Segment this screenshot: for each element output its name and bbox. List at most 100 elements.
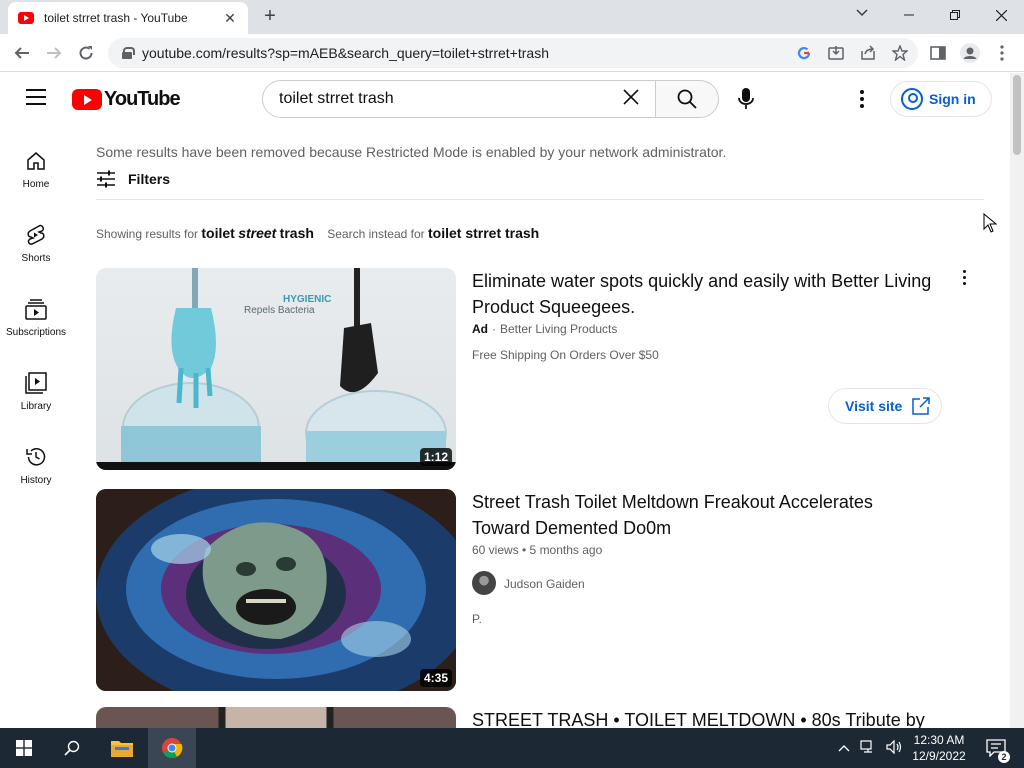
action-center-notification-icon[interactable]: 2 xyxy=(976,728,1016,768)
system-tray xyxy=(838,728,902,768)
youtube-header: YouTube toilet strret trash Sign in xyxy=(0,73,1010,125)
video-thumbnail[interactable] xyxy=(96,707,456,728)
spelling-correction: Showing results for toilet street trash … xyxy=(96,225,539,241)
taskbar-clock[interactable]: 12:30 AM 12/9/2022 xyxy=(906,732,972,764)
browser-menu-icon[interactable] xyxy=(990,41,1014,65)
address-bar[interactable]: youtube.com/results?sp=mAEB&search_query… xyxy=(108,38,918,68)
window-restore-button[interactable] xyxy=(932,0,978,30)
subscriptions-icon xyxy=(24,297,48,321)
windows-start-icon[interactable] xyxy=(0,728,48,768)
guide-item-home[interactable]: Home xyxy=(0,135,72,207)
clock-date: 12/9/2022 xyxy=(912,749,966,763)
search-instead-prefix: Search instead for xyxy=(327,227,425,241)
channel-avatar[interactable] xyxy=(472,571,496,595)
url-text[interactable]: youtube.com/results?sp=mAEB&search_query… xyxy=(142,45,549,61)
voice-search-mic-icon[interactable] xyxy=(730,83,762,115)
visit-site-button[interactable]: Visit site xyxy=(828,388,942,424)
settings-more-icon[interactable] xyxy=(850,87,874,111)
shorts-icon xyxy=(24,223,48,247)
guide-item-subscriptions[interactable]: Subscriptions xyxy=(0,283,72,355)
ad-description: Free Shipping On Orders Over $50 xyxy=(472,348,659,362)
visit-site-label: Visit site xyxy=(845,398,903,414)
taskbar-search-icon[interactable] xyxy=(48,728,96,768)
svg-text:Repels Bacteria: Repels Bacteria xyxy=(244,305,315,316)
scrollbar-thumb[interactable] xyxy=(1013,75,1021,155)
advertiser-name[interactable]: Better Living Products xyxy=(500,322,617,336)
network-icon[interactable] xyxy=(860,739,876,757)
guide-item-history[interactable]: History xyxy=(0,431,72,503)
ad-badge: Ad xyxy=(472,322,488,336)
history-icon xyxy=(24,445,48,469)
window-close-button[interactable] xyxy=(978,0,1024,30)
library-icon xyxy=(24,371,48,395)
guide-label-subscriptions: Subscriptions xyxy=(5,327,67,338)
channel-name[interactable]: Judson Gaiden xyxy=(504,577,585,591)
bookmark-star-icon[interactable] xyxy=(890,43,910,63)
guide-label-library: Library xyxy=(20,401,52,412)
back-arrow-icon[interactable] xyxy=(10,41,34,65)
clear-search-icon[interactable] xyxy=(619,87,643,111)
sign-in-label: Sign in xyxy=(929,91,976,107)
google-lens-icon[interactable] xyxy=(794,43,814,63)
video-snippet: P. xyxy=(472,612,482,626)
svg-text:HYGIENIC: HYGIENIC xyxy=(283,294,331,305)
guide-label-shorts: Shorts xyxy=(21,253,51,264)
search-button[interactable] xyxy=(655,80,719,118)
ad-video-thumbnail[interactable]: HYGIENIC Repels Bacteria 1:12 xyxy=(96,268,456,470)
youtube-favicon-icon xyxy=(18,12,34,24)
guide-item-library[interactable]: Library xyxy=(0,357,72,429)
page-scrollbar[interactable] xyxy=(1010,73,1024,728)
guide-item-shorts[interactable]: Shorts xyxy=(0,209,72,281)
external-link-icon xyxy=(912,397,931,415)
volume-icon[interactable] xyxy=(886,739,902,757)
video-thumbnail[interactable]: 4:35 xyxy=(96,489,456,691)
video-duration: 4:35 xyxy=(419,669,452,687)
filters-button[interactable]: Filters xyxy=(96,170,170,188)
side-panel-icon[interactable] xyxy=(926,41,950,65)
youtube-logo[interactable]: YouTube xyxy=(72,88,181,111)
install-app-icon[interactable] xyxy=(826,43,846,63)
file-explorer-icon[interactable] xyxy=(98,728,146,768)
browser-tabstrip: toilet strret trash - YouTube ✕ + xyxy=(0,0,1024,34)
home-icon xyxy=(24,149,48,173)
sign-in-button[interactable]: Sign in xyxy=(890,81,992,117)
profile-avatar-icon[interactable] xyxy=(958,41,982,65)
search-icon xyxy=(677,89,697,109)
windows-taskbar: 12:30 AM 12/9/2022 2 xyxy=(0,728,1024,768)
clock-time: 12:30 AM xyxy=(913,733,965,747)
reload-icon[interactable] xyxy=(74,41,98,65)
browser-tab-youtube[interactable]: toilet strret trash - YouTube ✕ xyxy=(8,2,248,34)
share-icon[interactable] xyxy=(858,43,878,63)
search-input-value[interactable]: toilet strret trash xyxy=(279,90,619,108)
chrome-taskbar-icon[interactable] xyxy=(148,728,196,768)
forward-arrow-icon[interactable] xyxy=(42,41,66,65)
filters-divider xyxy=(96,199,984,200)
browser-toolbar: youtube.com/results?sp=mAEB&search_query… xyxy=(0,34,1024,72)
video-duration: 1:12 xyxy=(419,448,452,466)
corrected-query-link[interactable]: toilet street trash xyxy=(201,225,314,241)
video-title[interactable]: Street Trash Toilet Meltdown Freakout Ac… xyxy=(472,489,942,541)
window-minimize-button[interactable] xyxy=(886,0,932,30)
ad-more-actions-icon[interactable] xyxy=(956,267,972,287)
tab-title: toilet strret trash - YouTube xyxy=(44,11,188,25)
youtube-logo-text: YouTube xyxy=(104,88,181,110)
ad-title[interactable]: Eliminate water spots quickly and easily… xyxy=(472,268,942,320)
filters-sliders-icon xyxy=(97,170,115,188)
mouse-cursor-icon xyxy=(983,213,997,233)
original-query-link[interactable]: toilet strret trash xyxy=(428,225,539,241)
new-tab-button[interactable]: + xyxy=(258,5,282,29)
show-hidden-icons-chevron-icon[interactable] xyxy=(838,741,850,755)
youtube-play-logo-icon xyxy=(72,89,102,110)
tab-close-icon[interactable]: ✕ xyxy=(222,10,238,27)
guide-label-history: History xyxy=(20,475,52,486)
search-input[interactable]: toilet strret trash xyxy=(262,80,656,118)
filters-label: Filters xyxy=(128,171,171,187)
guide-menu-icon[interactable] xyxy=(26,89,46,105)
lock-icon[interactable] xyxy=(122,47,135,59)
notification-count-badge: 2 xyxy=(998,751,1010,763)
tab-search-chevron-icon[interactable] xyxy=(850,6,874,26)
video-title[interactable]: STREET TRASH • TOILET MELTDOWN • 80s Tri… xyxy=(472,707,1012,728)
guide-label-home: Home xyxy=(22,179,50,190)
account-circle-icon xyxy=(901,88,923,110)
ad-byline: Ad · Better Living Products xyxy=(472,322,618,336)
